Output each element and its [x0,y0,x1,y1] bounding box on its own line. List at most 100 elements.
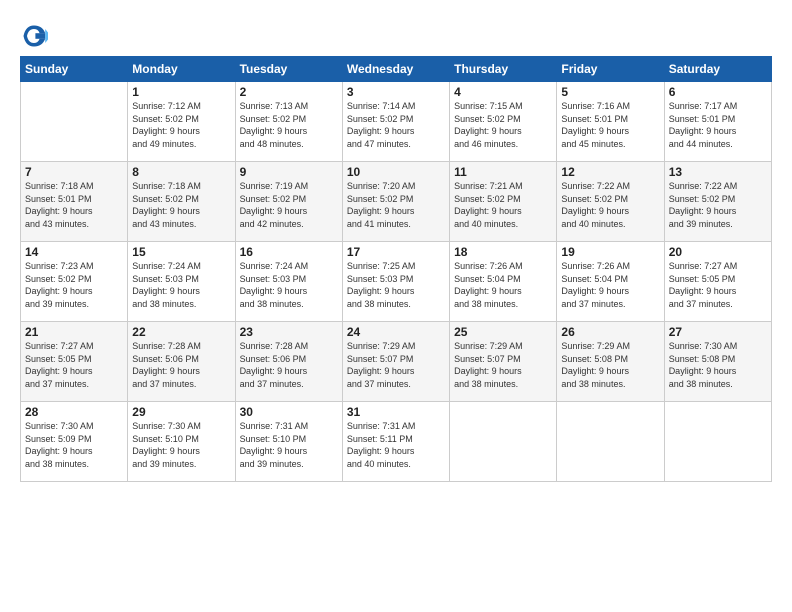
day-number: 6 [669,85,767,99]
calendar-cell [664,402,771,482]
day-number: 1 [132,85,230,99]
day-info: Sunrise: 7:21 AM Sunset: 5:02 PM Dayligh… [454,180,552,230]
day-info: Sunrise: 7:31 AM Sunset: 5:11 PM Dayligh… [347,420,445,470]
calendar-cell [557,402,664,482]
day-info: Sunrise: 7:20 AM Sunset: 5:02 PM Dayligh… [347,180,445,230]
day-info: Sunrise: 7:27 AM Sunset: 5:05 PM Dayligh… [669,260,767,310]
calendar-cell: 16Sunrise: 7:24 AM Sunset: 5:03 PM Dayli… [235,242,342,322]
calendar-week-4: 21Sunrise: 7:27 AM Sunset: 5:05 PM Dayli… [21,322,772,402]
day-number: 19 [561,245,659,259]
day-info: Sunrise: 7:12 AM Sunset: 5:02 PM Dayligh… [132,100,230,150]
page-header [20,18,772,50]
calendar-cell: 8Sunrise: 7:18 AM Sunset: 5:02 PM Daylig… [128,162,235,242]
day-number: 5 [561,85,659,99]
calendar-header-row: SundayMondayTuesdayWednesdayThursdayFrid… [21,57,772,82]
header-day-tuesday: Tuesday [235,57,342,82]
day-info: Sunrise: 7:23 AM Sunset: 5:02 PM Dayligh… [25,260,123,310]
calendar-cell: 11Sunrise: 7:21 AM Sunset: 5:02 PM Dayli… [450,162,557,242]
calendar-cell: 4Sunrise: 7:15 AM Sunset: 5:02 PM Daylig… [450,82,557,162]
calendar-cell: 14Sunrise: 7:23 AM Sunset: 5:02 PM Dayli… [21,242,128,322]
calendar-table: SundayMondayTuesdayWednesdayThursdayFrid… [20,56,772,482]
day-number: 10 [347,165,445,179]
calendar-cell: 12Sunrise: 7:22 AM Sunset: 5:02 PM Dayli… [557,162,664,242]
calendar-cell: 7Sunrise: 7:18 AM Sunset: 5:01 PM Daylig… [21,162,128,242]
day-number: 8 [132,165,230,179]
day-number: 28 [25,405,123,419]
day-info: Sunrise: 7:29 AM Sunset: 5:07 PM Dayligh… [454,340,552,390]
day-number: 7 [25,165,123,179]
day-number: 9 [240,165,338,179]
header-day-thursday: Thursday [450,57,557,82]
day-info: Sunrise: 7:29 AM Sunset: 5:07 PM Dayligh… [347,340,445,390]
calendar-cell: 30Sunrise: 7:31 AM Sunset: 5:10 PM Dayli… [235,402,342,482]
calendar-cell: 26Sunrise: 7:29 AM Sunset: 5:08 PM Dayli… [557,322,664,402]
day-info: Sunrise: 7:27 AM Sunset: 5:05 PM Dayligh… [25,340,123,390]
day-number: 20 [669,245,767,259]
calendar-cell: 20Sunrise: 7:27 AM Sunset: 5:05 PM Dayli… [664,242,771,322]
calendar-cell: 27Sunrise: 7:30 AM Sunset: 5:08 PM Dayli… [664,322,771,402]
day-info: Sunrise: 7:30 AM Sunset: 5:08 PM Dayligh… [669,340,767,390]
day-number: 26 [561,325,659,339]
day-number: 15 [132,245,230,259]
calendar-cell: 6Sunrise: 7:17 AM Sunset: 5:01 PM Daylig… [664,82,771,162]
day-number: 2 [240,85,338,99]
calendar-cell: 19Sunrise: 7:26 AM Sunset: 5:04 PM Dayli… [557,242,664,322]
logo [20,22,52,50]
calendar-week-3: 14Sunrise: 7:23 AM Sunset: 5:02 PM Dayli… [21,242,772,322]
header-day-wednesday: Wednesday [342,57,449,82]
day-info: Sunrise: 7:18 AM Sunset: 5:01 PM Dayligh… [25,180,123,230]
day-info: Sunrise: 7:22 AM Sunset: 5:02 PM Dayligh… [561,180,659,230]
day-info: Sunrise: 7:31 AM Sunset: 5:10 PM Dayligh… [240,420,338,470]
day-number: 13 [669,165,767,179]
day-info: Sunrise: 7:19 AM Sunset: 5:02 PM Dayligh… [240,180,338,230]
day-number: 21 [25,325,123,339]
header-day-friday: Friday [557,57,664,82]
calendar-cell: 1Sunrise: 7:12 AM Sunset: 5:02 PM Daylig… [128,82,235,162]
day-info: Sunrise: 7:17 AM Sunset: 5:01 PM Dayligh… [669,100,767,150]
day-number: 30 [240,405,338,419]
day-number: 12 [561,165,659,179]
day-number: 4 [454,85,552,99]
header-day-sunday: Sunday [21,57,128,82]
day-number: 24 [347,325,445,339]
day-number: 11 [454,165,552,179]
calendar-cell: 13Sunrise: 7:22 AM Sunset: 5:02 PM Dayli… [664,162,771,242]
day-info: Sunrise: 7:30 AM Sunset: 5:09 PM Dayligh… [25,420,123,470]
day-info: Sunrise: 7:13 AM Sunset: 5:02 PM Dayligh… [240,100,338,150]
calendar-cell: 31Sunrise: 7:31 AM Sunset: 5:11 PM Dayli… [342,402,449,482]
calendar-cell: 17Sunrise: 7:25 AM Sunset: 5:03 PM Dayli… [342,242,449,322]
day-number: 14 [25,245,123,259]
day-info: Sunrise: 7:25 AM Sunset: 5:03 PM Dayligh… [347,260,445,310]
header-day-monday: Monday [128,57,235,82]
day-info: Sunrise: 7:15 AM Sunset: 5:02 PM Dayligh… [454,100,552,150]
calendar-week-5: 28Sunrise: 7:30 AM Sunset: 5:09 PM Dayli… [21,402,772,482]
calendar-cell: 29Sunrise: 7:30 AM Sunset: 5:10 PM Dayli… [128,402,235,482]
calendar-cell: 2Sunrise: 7:13 AM Sunset: 5:02 PM Daylig… [235,82,342,162]
day-number: 31 [347,405,445,419]
day-info: Sunrise: 7:18 AM Sunset: 5:02 PM Dayligh… [132,180,230,230]
calendar-cell: 5Sunrise: 7:16 AM Sunset: 5:01 PM Daylig… [557,82,664,162]
header-day-saturday: Saturday [664,57,771,82]
day-info: Sunrise: 7:29 AM Sunset: 5:08 PM Dayligh… [561,340,659,390]
calendar-cell: 24Sunrise: 7:29 AM Sunset: 5:07 PM Dayli… [342,322,449,402]
calendar-cell: 23Sunrise: 7:28 AM Sunset: 5:06 PM Dayli… [235,322,342,402]
day-number: 16 [240,245,338,259]
calendar-cell [21,82,128,162]
day-info: Sunrise: 7:22 AM Sunset: 5:02 PM Dayligh… [669,180,767,230]
day-number: 23 [240,325,338,339]
calendar-week-2: 7Sunrise: 7:18 AM Sunset: 5:01 PM Daylig… [21,162,772,242]
calendar-cell: 28Sunrise: 7:30 AM Sunset: 5:09 PM Dayli… [21,402,128,482]
logo-icon [20,22,48,50]
calendar-cell [450,402,557,482]
calendar-cell: 9Sunrise: 7:19 AM Sunset: 5:02 PM Daylig… [235,162,342,242]
day-info: Sunrise: 7:26 AM Sunset: 5:04 PM Dayligh… [561,260,659,310]
calendar-cell: 25Sunrise: 7:29 AM Sunset: 5:07 PM Dayli… [450,322,557,402]
day-number: 22 [132,325,230,339]
day-info: Sunrise: 7:26 AM Sunset: 5:04 PM Dayligh… [454,260,552,310]
day-number: 18 [454,245,552,259]
day-number: 25 [454,325,552,339]
day-info: Sunrise: 7:14 AM Sunset: 5:02 PM Dayligh… [347,100,445,150]
day-number: 27 [669,325,767,339]
day-info: Sunrise: 7:24 AM Sunset: 5:03 PM Dayligh… [132,260,230,310]
calendar-cell: 18Sunrise: 7:26 AM Sunset: 5:04 PM Dayli… [450,242,557,322]
